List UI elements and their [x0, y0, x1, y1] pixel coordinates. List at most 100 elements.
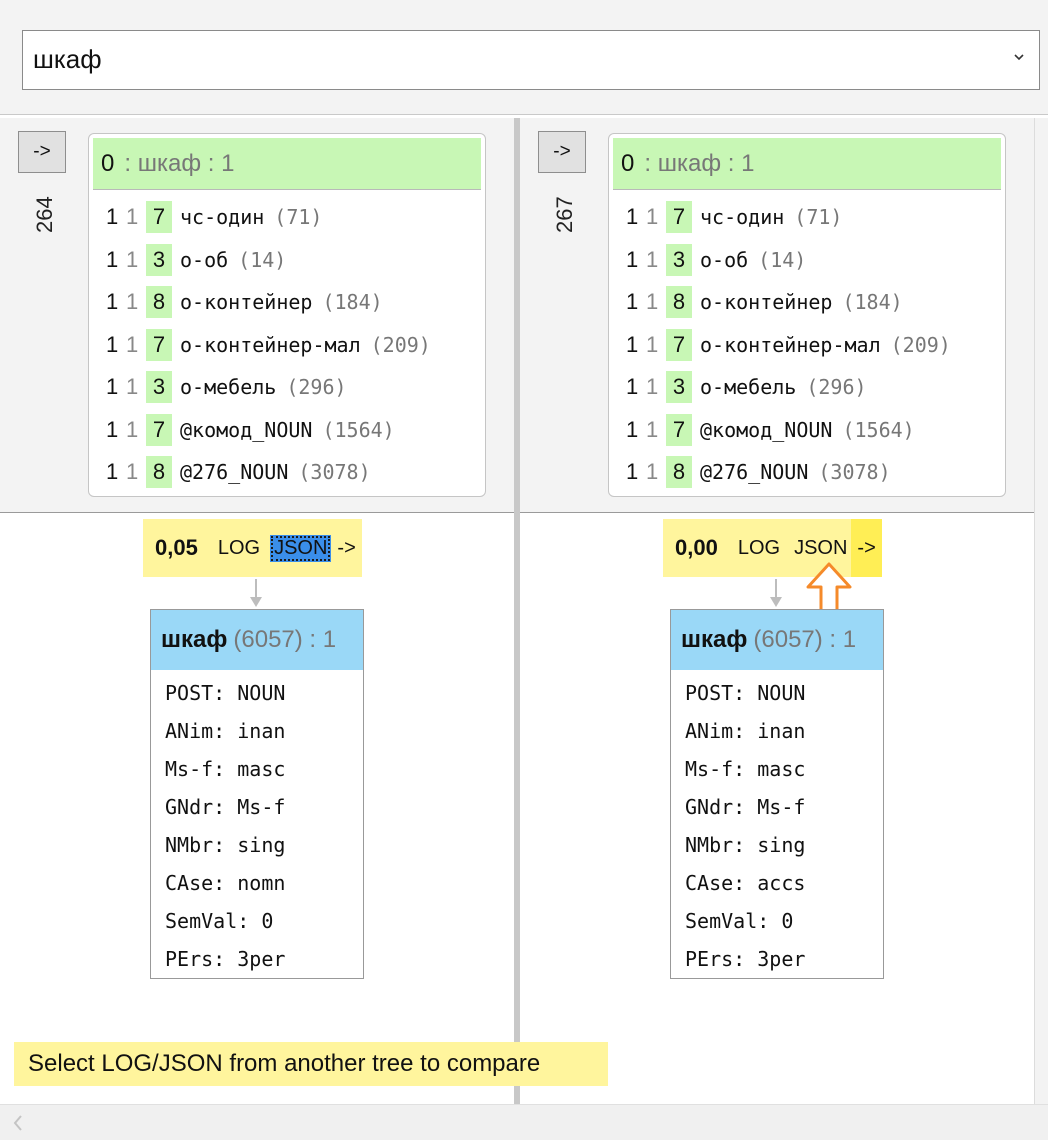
row-num: 1 [106, 416, 119, 442]
list-item: 1 1 7 @комод_NOUN (1564) [89, 409, 485, 452]
row-badge: 8 [666, 286, 692, 319]
row-label: чс-один [180, 205, 265, 230]
search-combobox[interactable]: шкаф [22, 30, 1040, 90]
expand-arrow-button[interactable]: -> [851, 519, 882, 577]
row-badge: 8 [666, 456, 692, 489]
feature-line: PErs: 3per [165, 947, 286, 971]
row-count: (209) [890, 332, 951, 357]
row-num: 1 [626, 204, 639, 230]
row-num-secondary: 1 [126, 416, 139, 442]
horizontal-scrollbar[interactable] [0, 1104, 1048, 1140]
sense-card-header: 0 : шкаф : 1 [93, 138, 481, 190]
row-count: (1564) [842, 417, 915, 442]
row-badge: 3 [666, 243, 692, 276]
row-num: 1 [626, 289, 639, 315]
row-badge: 7 [666, 413, 692, 446]
feature-line: SemVal: 0 [165, 909, 274, 933]
sense-index: 0 [101, 149, 115, 177]
row-num-secondary: 1 [126, 331, 139, 357]
row-badge: 7 [666, 201, 692, 234]
tree-panel-header: -> 267 0 : шкаф : 1 1 1 7 чс-один (71) 1 1 3 о-… [520, 118, 1034, 513]
chevron-down-icon[interactable] [1013, 51, 1025, 63]
sense-card: 0 : шкаф : 1 1 1 7 чс-один (71) 1 1 3 о-об (14) … [608, 133, 1006, 497]
next-tree-button[interactable]: -> [18, 131, 66, 173]
node-header: шкаф (6057) : 1 [671, 610, 883, 670]
next-tree-button[interactable]: -> [538, 131, 586, 173]
tree-panel-left: -> 264 0 : шкаф : 1 1 1 7 чс-один (71) 1 1 3 о-… [0, 118, 514, 1104]
log-link[interactable]: LOG [738, 537, 780, 560]
row-num: 1 [626, 331, 639, 357]
feature-line: GNdr: Ms-f [165, 795, 286, 819]
json-link[interactable]: JSON [270, 534, 332, 562]
search-input[interactable]: шкаф [33, 41, 102, 77]
sense-list: 1 1 7 чс-один (71) 1 1 3 о-об (14) 1 1 8 о-контейне… [609, 190, 1005, 494]
feature-line: ANim: inan [685, 719, 806, 743]
feature-line: PErs: 3per [685, 947, 806, 971]
row-label: о-об [700, 247, 749, 272]
row-label: о-контейнер [700, 290, 833, 315]
row-badge: 7 [146, 201, 172, 234]
tree-node[interactable]: шкаф (6057) : 1 POST: NOUN ANim: inan Ms… [670, 609, 884, 979]
sense-word: : шкаф : 1 [644, 149, 755, 177]
row-count: (71) [794, 205, 843, 230]
feature-line: POST: NOUN [685, 681, 806, 705]
row-label: @276_NOUN [700, 460, 809, 485]
row-num-secondary: 1 [126, 459, 139, 485]
node-info: (6057) : 1 [233, 626, 337, 653]
toolbar: шкаф [0, 0, 1048, 115]
feature-line: NMbr: sing [685, 833, 806, 857]
row-label: о-об [180, 247, 229, 272]
row-badge: 3 [146, 371, 172, 404]
row-num-secondary: 1 [646, 374, 659, 400]
json-link[interactable]: JSON [790, 535, 851, 562]
score-bar: 0,05 LOG JSON -> [143, 519, 362, 577]
feature-line: GNdr: Ms-f [685, 795, 806, 819]
log-link[interactable]: LOG [218, 537, 260, 560]
list-item: 1 1 7 чс-один (71) [609, 196, 1005, 239]
row-label: @комод_NOUN [700, 417, 833, 442]
row-count: (1564) [322, 417, 395, 442]
row-num-secondary: 1 [126, 204, 139, 230]
row-num-secondary: 1 [646, 246, 659, 272]
score-value: 0,00 [675, 535, 718, 560]
row-count: (184) [842, 290, 903, 315]
vertical-scrollbar[interactable] [1034, 118, 1048, 1104]
feature-line: Ms-f: masc [165, 757, 286, 781]
row-num-secondary: 1 [646, 459, 659, 485]
row-badge: 3 [666, 371, 692, 404]
chevron-left-icon[interactable] [10, 1113, 26, 1133]
row-label: @комод_NOUN [180, 417, 313, 442]
list-item: 1 1 7 чс-один (71) [89, 196, 485, 239]
row-badge: 8 [146, 286, 172, 319]
sense-card: 0 : шкаф : 1 1 1 7 чс-один (71) 1 1 3 о-об (14) … [88, 133, 486, 497]
list-item: 1 1 8 о-контейнер (184) [89, 281, 485, 324]
row-count: (14) [758, 247, 807, 272]
expand-arrow-button[interactable]: -> [331, 519, 361, 577]
row-count: (14) [238, 247, 287, 272]
row-label: о-мебель [700, 375, 797, 400]
list-item: 1 1 3 о-об (14) [89, 239, 485, 282]
connector-arrow-icon [770, 579, 782, 607]
list-item: 1 1 3 о-мебель (296) [609, 366, 1005, 409]
row-badge: 7 [666, 328, 692, 361]
list-item: 1 1 8 @276_NOUN (3078) [89, 451, 485, 494]
row-count: (3078) [298, 460, 371, 485]
row-num: 1 [626, 416, 639, 442]
feature-line: SemVal: 0 [685, 909, 794, 933]
row-label: о-контейнер-мал [700, 332, 881, 357]
tree-node[interactable]: шкаф (6057) : 1 POST: NOUN ANim: inan Ms… [150, 609, 364, 979]
row-badge: 8 [146, 456, 172, 489]
row-num: 1 [106, 374, 119, 400]
row-badge: 3 [146, 243, 172, 276]
list-item: 1 1 8 о-контейнер (184) [609, 281, 1005, 324]
node-word: шкаф [161, 626, 228, 653]
feature-line: ANim: inan [165, 719, 286, 743]
row-num-secondary: 1 [646, 204, 659, 230]
row-label: о-мебель [180, 375, 277, 400]
row-num: 1 [106, 459, 119, 485]
list-item: 1 1 7 о-контейнер-мал (209) [89, 324, 485, 367]
row-count: (71) [274, 205, 323, 230]
compare-hint: Select LOG/JSON from another tree to com… [14, 1042, 608, 1086]
row-num-secondary: 1 [646, 416, 659, 442]
row-count: (296) [806, 375, 867, 400]
